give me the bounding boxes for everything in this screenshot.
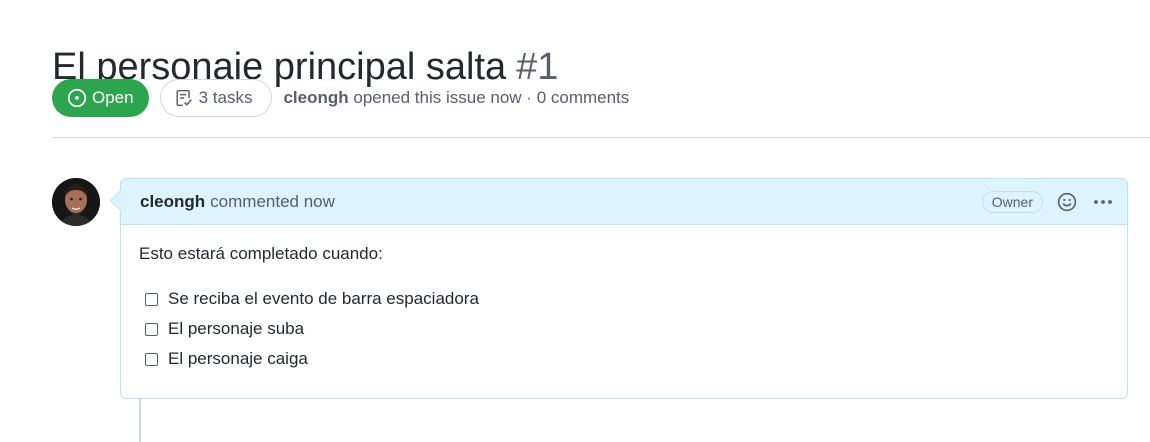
- task-label: El personaje caiga: [168, 349, 308, 368]
- header-divider: [52, 137, 1150, 138]
- issue-state-badge: Open: [52, 79, 149, 117]
- smiley-icon: [1057, 192, 1077, 211]
- tasks-progress-label: 3 tasks: [198, 88, 253, 107]
- task-list-item: El personaje suba: [145, 314, 1109, 344]
- task-checkbox[interactable]: [145, 292, 158, 306]
- owner-badge: Owner: [981, 190, 1043, 213]
- issue-meta-suffix: opened this issue now · 0 comments: [353, 88, 630, 107]
- checklist-icon: [176, 89, 192, 107]
- comment-body: Esto estará completado cuando: Se reciba…: [121, 225, 1127, 374]
- timeline-connector: [139, 398, 141, 442]
- issue-opened-icon: [67, 88, 87, 108]
- tasks-progress-button[interactable]: 3 tasks: [159, 79, 273, 117]
- avatar[interactable]: [52, 178, 100, 226]
- comment-options-button[interactable]: [1091, 190, 1115, 214]
- comment-header-actions: Owner: [981, 190, 1115, 214]
- task-list-item: El personaje caiga: [145, 344, 1109, 374]
- task-checkbox[interactable]: [145, 322, 158, 336]
- comment-timestamp[interactable]: commented now: [210, 192, 335, 212]
- avatar-image: [52, 178, 100, 226]
- comment-intro-text: Esto estará completado cuando:: [139, 244, 383, 263]
- comment-box: cleongh commented now Owner Esto estará …: [120, 178, 1128, 399]
- kebab-horizontal-icon: [1094, 199, 1112, 204]
- comment-header: cleongh commented now Owner: [121, 179, 1127, 225]
- issue-author-link[interactable]: cleongh: [283, 88, 348, 107]
- issue-meta-text: cleongh opened this issue now · 0 commen…: [283, 88, 629, 108]
- issue-meta-row: Open 3 tasks cleongh opened this issue n…: [52, 79, 629, 117]
- task-checkbox[interactable]: [145, 352, 158, 366]
- task-list-item: Se reciba el evento de barra espaciadora: [145, 284, 1109, 314]
- add-reaction-button[interactable]: [1055, 190, 1079, 214]
- issue-state-label: Open: [92, 88, 134, 107]
- task-label: Se reciba el evento de barra espaciadora: [168, 289, 479, 308]
- task-label: El personaje suba: [168, 319, 305, 338]
- task-list: Se reciba el evento de barra espaciadora…: [139, 284, 1109, 374]
- comment-author-link[interactable]: cleongh: [140, 192, 205, 212]
